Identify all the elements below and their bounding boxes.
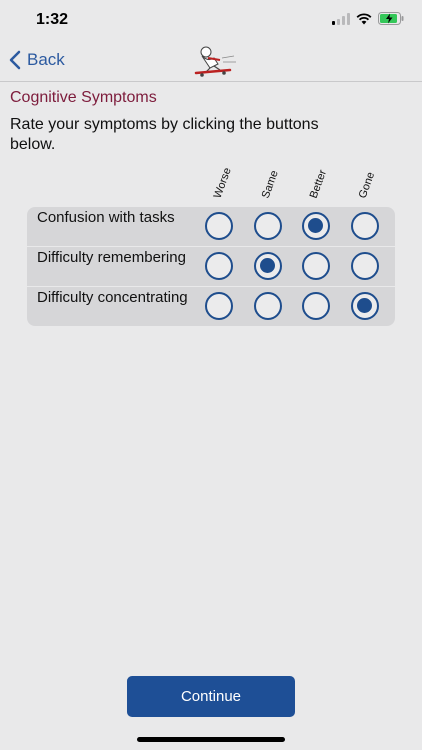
radio-same[interactable] <box>254 212 282 240</box>
radio-worse[interactable] <box>205 292 233 320</box>
nav-bar: Back <box>0 44 422 82</box>
radio-gone[interactable] <box>351 212 379 240</box>
row-label: Difficulty remembering <box>37 249 186 266</box>
table-row: Difficulty remembering <box>27 247 395 287</box>
table-row: Confusion with tasks <box>27 207 395 247</box>
row-label: Difficulty concentrating <box>37 289 188 306</box>
column-header-same: Same <box>259 168 281 200</box>
instructions-text: Rate your symptoms by clicking the butto… <box>10 116 319 153</box>
status-icons <box>332 12 404 25</box>
radio-same[interactable] <box>254 252 282 280</box>
column-header-better: Better <box>307 168 330 200</box>
status-bar: 1:32 <box>0 0 422 44</box>
back-label: Back <box>27 50 65 69</box>
table-row: Difficulty concentrating <box>27 287 395 327</box>
radio-selected-dot <box>357 298 372 313</box>
column-header-gone: Gone <box>356 170 378 200</box>
radio-better[interactable] <box>302 212 330 240</box>
column-header-worse: Worse <box>211 166 234 200</box>
radio-gone[interactable] <box>351 292 379 320</box>
radio-selected-dot <box>260 258 275 273</box>
battery-charging-icon <box>378 12 404 25</box>
back-button[interactable]: Back <box>9 50 65 70</box>
radio-worse[interactable] <box>205 212 233 240</box>
cellular-signal-icon <box>332 12 350 25</box>
symptom-rating-table: Confusion with tasks Difficulty remember… <box>27 207 395 326</box>
home-indicator <box>137 737 285 742</box>
continue-button[interactable]: Continue <box>127 676 295 717</box>
page-title: Cognitive Symptoms <box>10 89 157 106</box>
radio-better[interactable] <box>302 292 330 320</box>
radio-selected-dot <box>308 218 323 233</box>
wifi-icon <box>356 12 372 24</box>
radio-same[interactable] <box>254 292 282 320</box>
radio-gone[interactable] <box>351 252 379 280</box>
radio-better[interactable] <box>302 252 330 280</box>
status-time: 1:32 <box>36 11 69 28</box>
skateboarder-logo-icon <box>194 46 236 77</box>
row-label: Confusion with tasks <box>37 209 175 226</box>
radio-worse[interactable] <box>205 252 233 280</box>
chevron-left-icon <box>9 50 21 70</box>
